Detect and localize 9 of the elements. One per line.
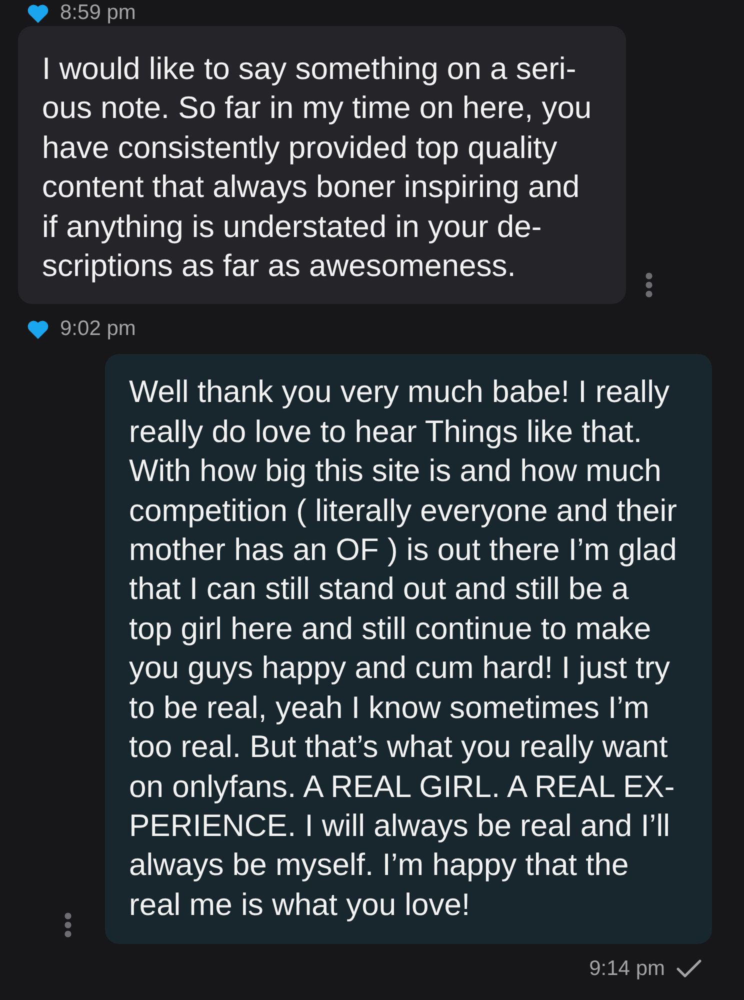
more-icon[interactable] <box>64 912 72 938</box>
heart-icon[interactable] <box>27 320 49 339</box>
message-time: 8:59 pm <box>60 1 136 25</box>
message-time: 9:02 pm <box>60 317 136 342</box>
message-time: 9:14 pm <box>589 957 665 982</box>
received-message-bubble: I would like to say something on a seri- ous note. So far in my time on here, you have consistently provided top quality content that always boner inspiring and if anything is understated in your de- scriptions as far as awesomeness. <box>18 26 626 304</box>
more-icon[interactable] <box>645 272 653 298</box>
sent-message-bubble: Well thank you very much babe! I really really do love to hear Things like that. With how big this site is and how much competition ( literally everyone and their mother has an OF ) is out there I’m glad that I can still stand out and still be a top girl here and still continue to make you guys happy and cum hard! I just try to be real, yeah I know sometimes I’m too real. But that’s what you really want on onlyfans. A REAL GIRL. A REAL EX- PERIENCE. I will always be real and I’ll always be myself. I’m happy that the real me is what you love! <box>105 354 712 944</box>
heart-icon[interactable] <box>27 4 49 22</box>
